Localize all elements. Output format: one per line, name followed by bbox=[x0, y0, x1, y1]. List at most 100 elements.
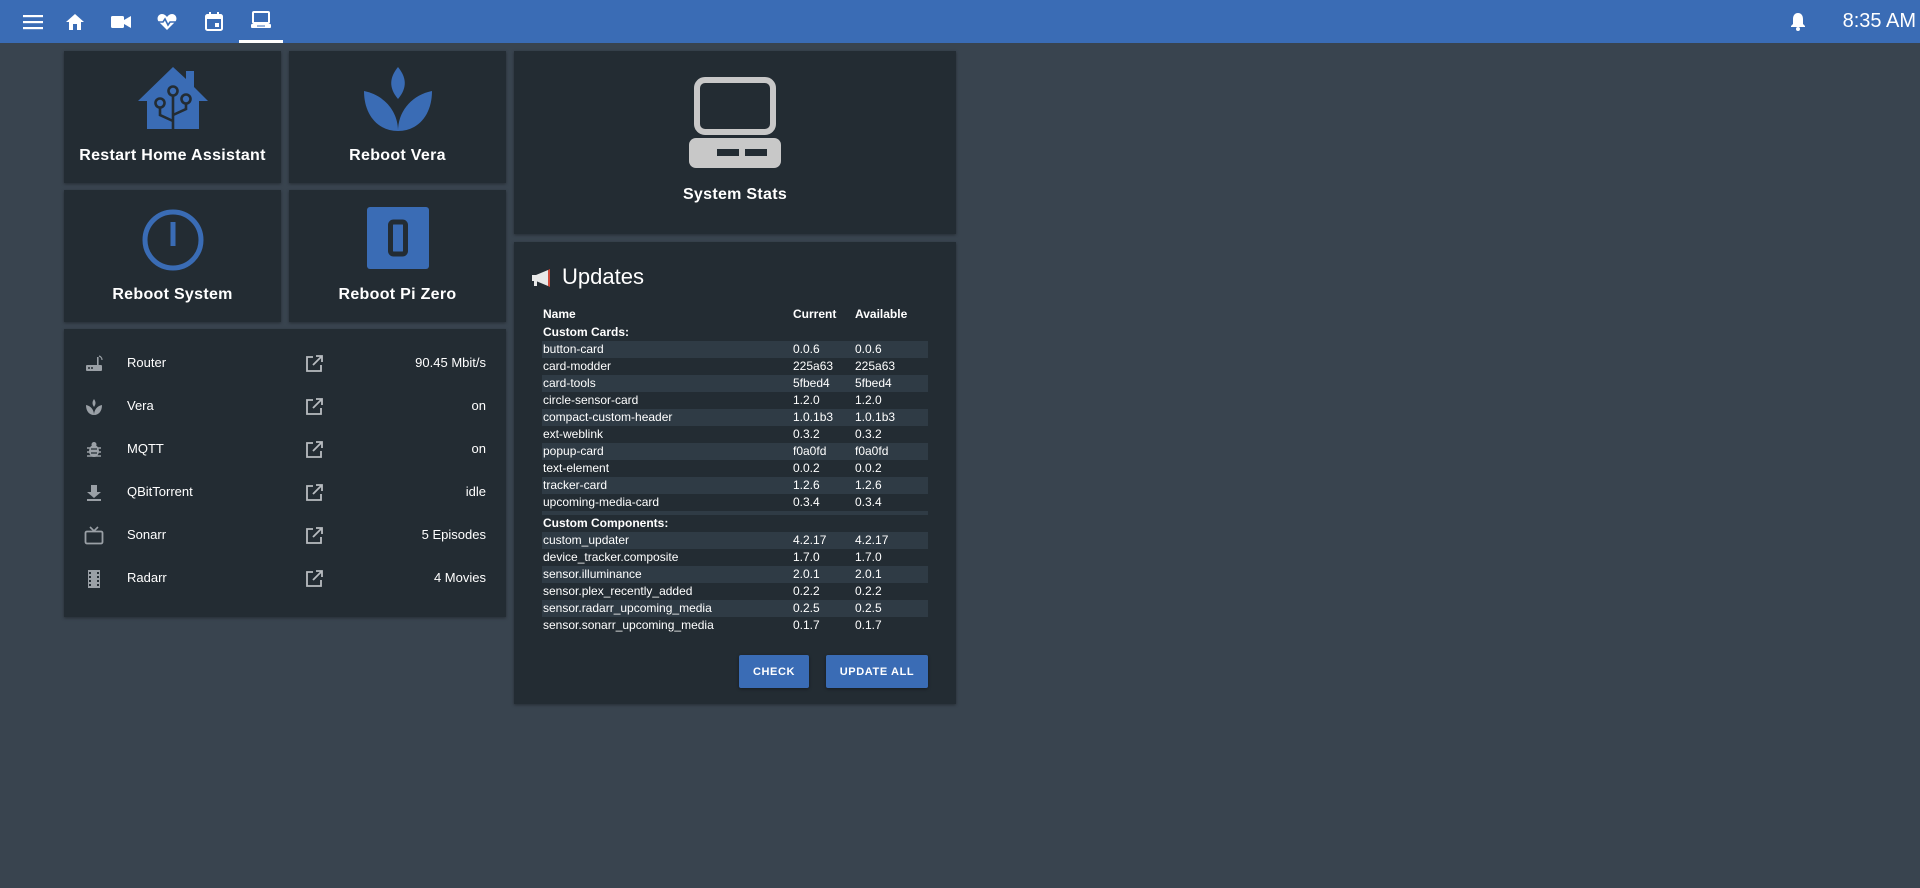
entity-row[interactable]: MQTT on bbox=[64, 428, 500, 471]
power-icon bbox=[64, 208, 281, 272]
cell-current: 0.2.5 bbox=[792, 600, 854, 617]
cell-current: 4.2.17 bbox=[792, 532, 854, 549]
menu-icon[interactable] bbox=[11, 0, 55, 43]
cell-current: 2.0.1 bbox=[792, 566, 854, 583]
header-name: Name bbox=[543, 307, 576, 321]
open-in-new-icon[interactable] bbox=[304, 526, 324, 546]
entity-name: Router bbox=[127, 355, 167, 370]
check-button[interactable]: CHECK bbox=[739, 655, 809, 688]
tile-label: Reboot System bbox=[112, 286, 233, 303]
cell-available: 1.0.1b3 bbox=[854, 409, 928, 426]
reboot-vera-button[interactable]: Reboot Vera bbox=[289, 51, 506, 183]
open-in-new-icon[interactable] bbox=[304, 483, 324, 503]
reboot-system-button[interactable]: Reboot System bbox=[64, 190, 281, 322]
vera-icon bbox=[84, 397, 104, 417]
entity-row[interactable]: Radarr 4 Movies bbox=[64, 557, 500, 600]
reboot-pi-zero-button[interactable]: Reboot Pi Zero bbox=[289, 190, 506, 322]
camera-icon[interactable] bbox=[99, 0, 143, 43]
cell-available: 225a63 bbox=[855, 359, 896, 373]
tile-label: Restart Home Assistant bbox=[79, 147, 266, 164]
section-label: Custom Components: bbox=[543, 516, 669, 530]
open-in-new-icon[interactable] bbox=[304, 569, 324, 589]
updates-card: Updates Name Current Available Custom Ca… bbox=[514, 242, 956, 704]
cell-current: 1.0.1b3 bbox=[792, 409, 854, 426]
film-icon bbox=[84, 569, 104, 589]
clock-time: 8:35 AM bbox=[1842, 10, 1916, 32]
table-row: sensor.radarr_upcoming_media 0.2.5 0.2.5 bbox=[542, 600, 928, 617]
cell-available: 0.0.2 bbox=[855, 461, 882, 475]
open-in-new-icon[interactable] bbox=[304, 440, 324, 460]
table-row: tracker-card 1.2.6 1.2.6 bbox=[542, 477, 928, 494]
cell-current: 1.7.0 bbox=[793, 550, 820, 564]
cell-name: compact-custom-header bbox=[542, 409, 792, 426]
heart-pulse-icon[interactable] bbox=[145, 0, 189, 43]
entity-state: 4 Movies bbox=[433, 570, 486, 585]
cell-available: 1.2.0 bbox=[855, 393, 882, 407]
cell-name: sensor.radarr_upcoming_media bbox=[542, 600, 792, 617]
cell-available: 0.0.6 bbox=[854, 341, 928, 358]
cell-name: circle-sensor-card bbox=[543, 393, 639, 407]
bell-icon[interactable] bbox=[1782, 0, 1814, 43]
cell-available: 2.0.1 bbox=[854, 566, 928, 583]
laptop-icon[interactable] bbox=[239, 0, 283, 43]
table-row: compact-custom-header 1.0.1b3 1.0.1b3 bbox=[542, 409, 928, 426]
updates-title: Updates bbox=[562, 264, 644, 289]
open-in-new-icon[interactable] bbox=[304, 354, 324, 374]
cell-name: sensor.sonarr_upcoming_media bbox=[543, 618, 714, 632]
cell-name: custom_updater bbox=[542, 532, 792, 549]
cell-available: 4.2.17 bbox=[854, 532, 928, 549]
entity-name: Sonarr bbox=[127, 527, 167, 542]
cell-name: sensor.plex_recently_added bbox=[543, 584, 693, 598]
cell-name: upcoming-media-card bbox=[543, 495, 660, 509]
vera-leaf-icon bbox=[289, 65, 506, 133]
cell-name: card-tools bbox=[542, 375, 792, 392]
entity-name: Radarr bbox=[127, 570, 167, 585]
entity-state: on bbox=[471, 441, 486, 456]
table-header-row: Name Current Available bbox=[542, 304, 928, 324]
calendar-icon[interactable] bbox=[192, 0, 236, 43]
table-row: custom_updater 4.2.17 4.2.17 bbox=[542, 532, 928, 549]
cell-available: 0.2.5 bbox=[854, 600, 928, 617]
section-header-row: Custom Cards: bbox=[542, 324, 928, 341]
cell-available: 5fbed4 bbox=[854, 375, 928, 392]
cell-name: text-element bbox=[543, 461, 610, 475]
cell-current: 1.2.6 bbox=[792, 477, 854, 494]
top-app-bar: 8:35 AM bbox=[0, 0, 1920, 43]
system-stats-button[interactable]: System Stats bbox=[514, 51, 956, 234]
pi-zero-icon bbox=[289, 207, 506, 269]
open-in-new-icon[interactable] bbox=[304, 397, 324, 417]
cell-name: ext-weblink bbox=[543, 427, 604, 441]
cell-available: 1.7.0 bbox=[855, 550, 882, 564]
entity-state: on bbox=[471, 398, 486, 413]
cell-name: card-modder bbox=[543, 359, 612, 373]
cell-current: 0.2.2 bbox=[793, 584, 820, 598]
entity-row[interactable]: Vera on bbox=[64, 385, 500, 428]
home-icon[interactable] bbox=[53, 0, 97, 43]
entity-row[interactable]: Router 90.45 Mbit/s bbox=[64, 342, 500, 385]
cell-current: 0.0.6 bbox=[792, 341, 854, 358]
table-row: card-tools 5fbed4 5fbed4 bbox=[542, 375, 928, 392]
cell-current: 5fbed4 bbox=[792, 375, 854, 392]
entity-row[interactable]: Sonarr 5 Episodes bbox=[64, 514, 500, 557]
restart-home-assistant-button[interactable]: Restart Home Assistant bbox=[64, 51, 281, 183]
update-all-button[interactable]: UPDATE ALL bbox=[826, 655, 928, 688]
table-row: card-modder 225a63 225a63 bbox=[542, 358, 928, 375]
table-row: button-card 0.0.6 0.0.6 bbox=[542, 341, 928, 358]
cell-current: 0.3.2 bbox=[793, 427, 820, 441]
entities-card: Router 90.45 Mbit/s Vera on MQTT on QBitTorren… bbox=[64, 329, 506, 617]
cell-current: 0.3.4 bbox=[793, 495, 820, 509]
home-assistant-icon bbox=[64, 65, 281, 131]
table-row: text-element 0.0.2 0.0.2 bbox=[542, 460, 928, 477]
cell-available: 0.3.4 bbox=[855, 495, 882, 509]
cell-available: f0a0fd bbox=[854, 443, 928, 460]
section-label: Custom Cards: bbox=[543, 325, 630, 339]
tile-label: Reboot Vera bbox=[349, 147, 446, 164]
table-row: sensor.sonarr_upcoming_media 0.1.7 0.1.7 bbox=[542, 617, 928, 634]
entity-state: 5 Episodes bbox=[421, 527, 486, 542]
entity-state: 90.45 Mbit/s bbox=[415, 355, 486, 370]
entity-row[interactable]: QBitTorrent idle bbox=[64, 471, 500, 514]
table-row: device_tracker.composite 1.7.0 1.7.0 bbox=[542, 549, 928, 566]
entity-name: MQTT bbox=[127, 441, 164, 456]
entity-name: QBitTorrent bbox=[127, 484, 193, 499]
section-header-row: Custom Components: bbox=[542, 515, 928, 532]
